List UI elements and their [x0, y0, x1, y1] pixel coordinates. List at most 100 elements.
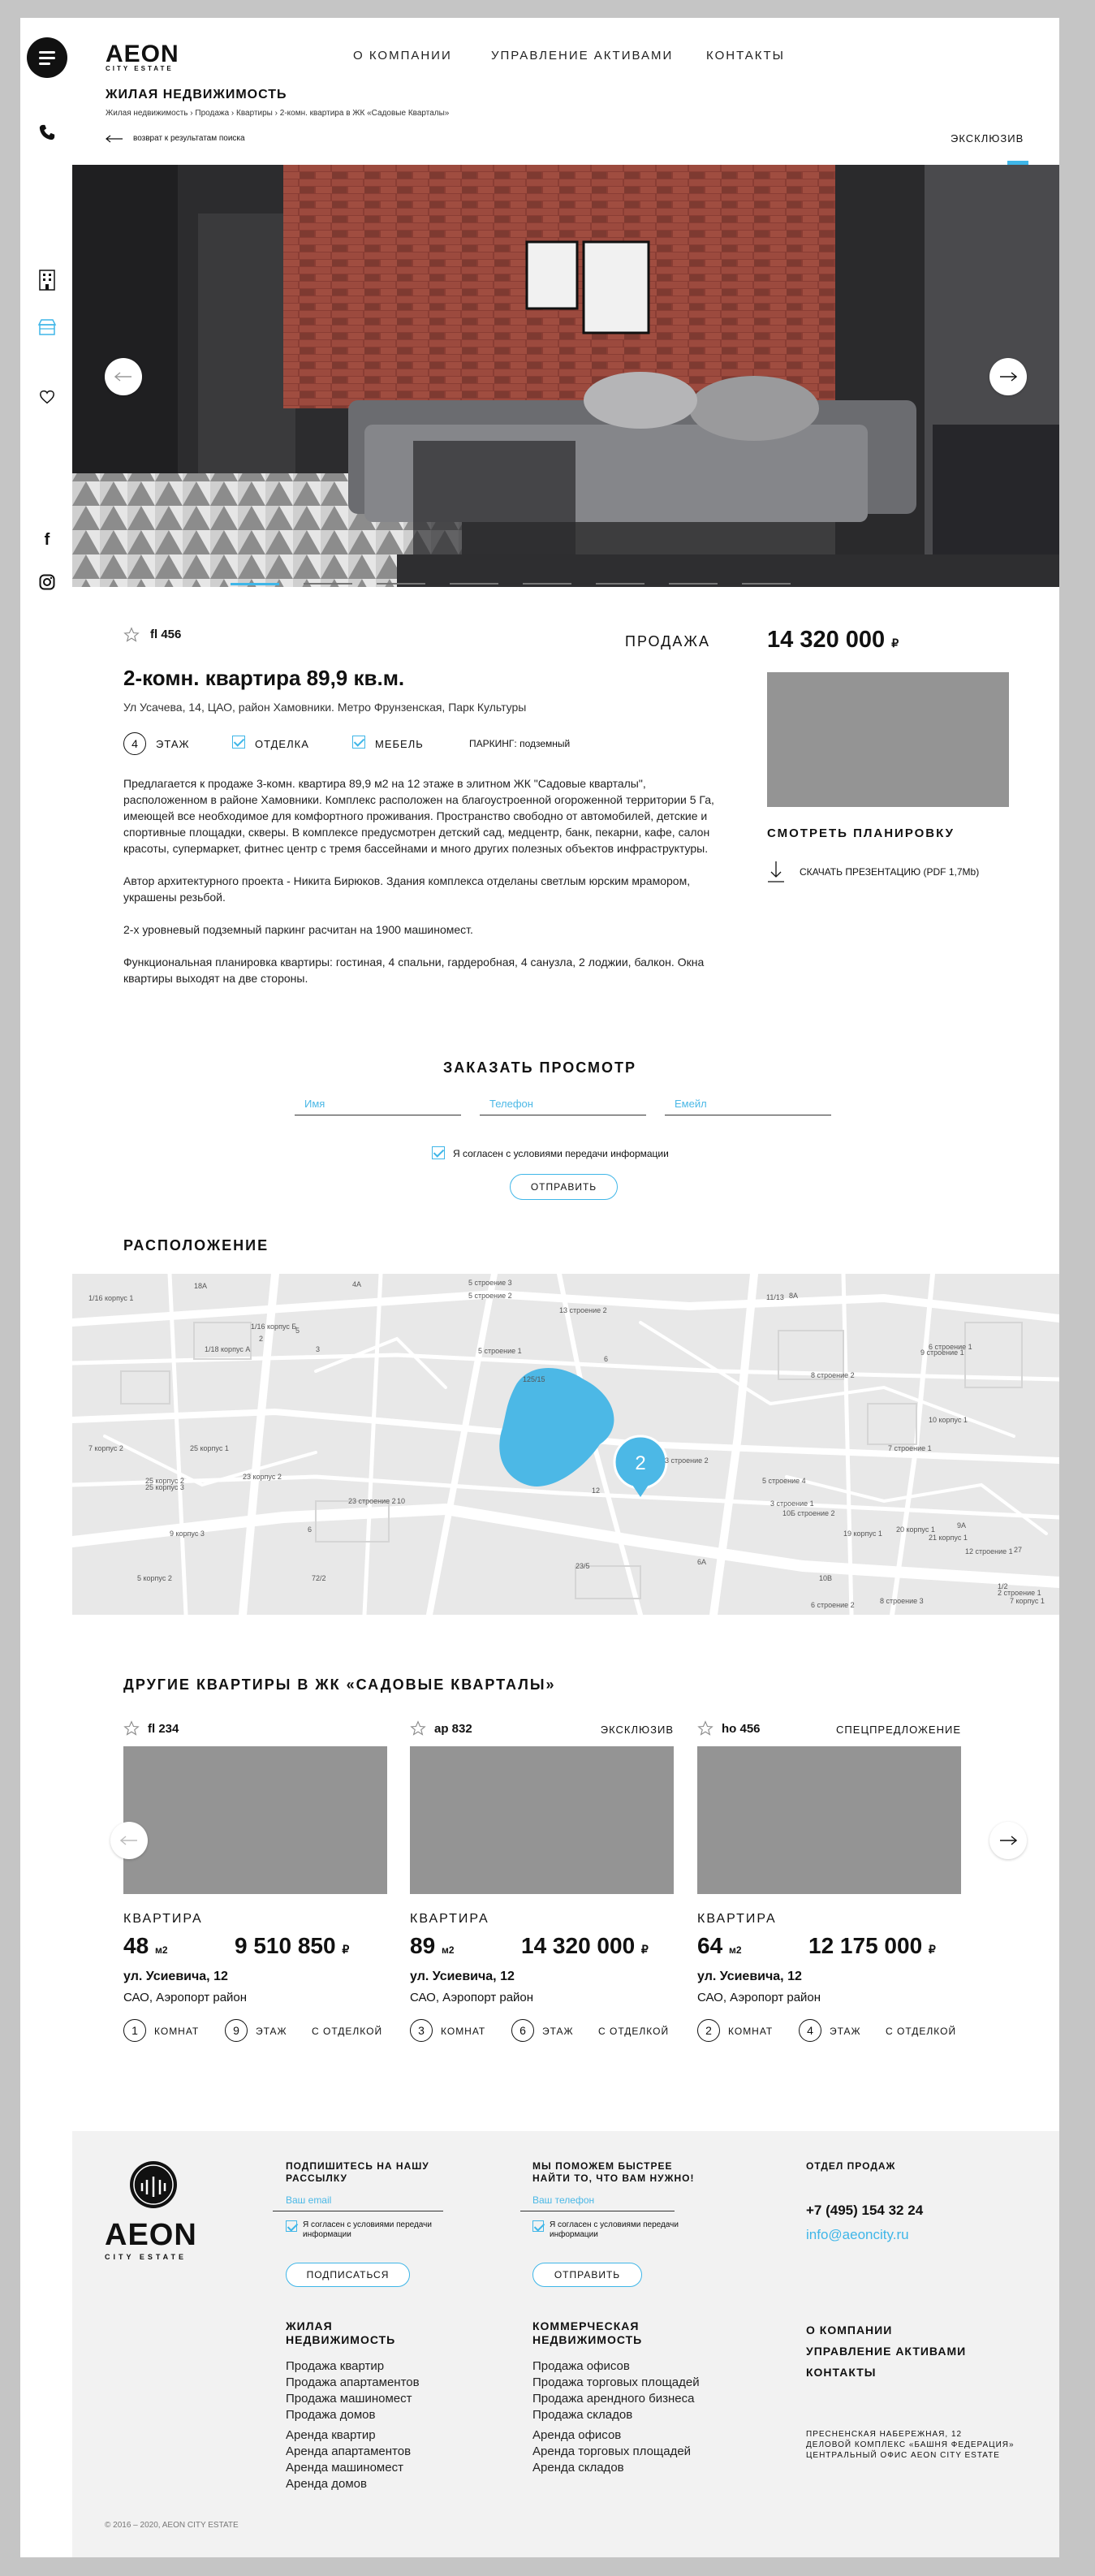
download-link[interactable]: СКАЧАТЬ ПРЕЗЕНТАЦИЮ (PDF 1,7Mb) — [767, 861, 979, 883]
star-icon[interactable] — [697, 1720, 713, 1737]
floor-count: 9 — [225, 2019, 248, 2042]
listing-id: fl 456 — [150, 628, 182, 641]
rooms-count: 2 — [697, 2019, 720, 2042]
building-icon[interactable] — [37, 270, 58, 291]
area-value: 89 — [410, 1933, 436, 1958]
rooms-count: 3 — [410, 2019, 433, 2042]
map-street-label: 9 строение 1 — [920, 1348, 964, 1357]
help-phone-placeholder: Ваш телефон — [532, 2194, 595, 2206]
view-plan-link[interactable]: СМОТРЕТЬ ПЛАНИРОВКУ — [767, 826, 955, 840]
footer-link[interactable]: Аренда машиномест — [286, 2460, 411, 2476]
apartment-card[interactable]: ho 456 СПЕЦПРЕДЛОЖЕНИЕ КВАРТИРА 64 м2 12… — [697, 1720, 961, 2061]
area-unit: м2 — [154, 1944, 168, 1956]
subscribe-button[interactable]: ПОДПИСАТЬСЯ — [286, 2263, 410, 2287]
card-image[interactable] — [410, 1746, 674, 1894]
footer-link[interactable]: Аренда квартир — [286, 2427, 411, 2444]
map-street-label: 11/13 — [766, 1293, 784, 1301]
map-marker-count[interactable]: 2 — [635, 1452, 645, 1474]
breadcrumb[interactable]: Жилая недвижимость › Продажа › Квартиры … — [106, 109, 449, 118]
map[interactable]: 2 18А 4А 5 строение 3 5 строение 2 13 строен… — [72, 1274, 1059, 1615]
help-submit-button[interactable]: ОТПРАВИТЬ — [532, 2263, 642, 2287]
store-icon[interactable] — [37, 317, 58, 338]
map-street-label: 13 строение 2 — [559, 1306, 607, 1314]
floor-number: 4 — [123, 732, 146, 755]
description-paragraph: 2-х уровневый подземный паркинг расчитан… — [123, 923, 473, 936]
deal-type: ПРОДАЖА — [625, 633, 710, 649]
back-link[interactable]: возврат к результатам поиска — [106, 134, 245, 143]
sales-phone[interactable]: +7 (495) 154 32 24 — [806, 2203, 923, 2219]
map-street-label: 5 строение 4 — [762, 1477, 806, 1485]
rooms-count: 1 — [123, 2019, 146, 2042]
map-street-label: 8 строение 2 — [811, 1371, 855, 1379]
email-field[interactable]: Емейл — [665, 1098, 831, 1115]
footer-menu-contacts[interactable]: КОНТАКТЫ — [806, 2362, 966, 2383]
nav-contacts[interactable]: КОНТАКТЫ — [706, 49, 785, 63]
currency: ₽ — [928, 1943, 936, 1956]
submit-button[interactable]: ОТПРАВИТЬ — [510, 1174, 618, 1200]
card-image[interactable] — [123, 1746, 387, 1894]
facebook-icon[interactable]: f — [37, 529, 58, 550]
instagram-icon[interactable] — [37, 572, 58, 593]
footer-link[interactable]: Продажа машиномест — [286, 2391, 420, 2407]
help-consent-checkbox[interactable] — [532, 2220, 544, 2232]
map-street-label: 6 строение 2 — [811, 1601, 855, 1609]
subscribe-email-field[interactable]: Ваш email — [273, 2194, 443, 2211]
help-phone-field[interactable]: Ваш телефон — [520, 2194, 675, 2211]
price-value: 9 510 850 — [235, 1933, 336, 1958]
footer-link[interactable]: Аренда домов — [286, 2476, 411, 2492]
copyright: © 2016 – 2020, AEON CITY ESTATE — [105, 2521, 239, 2530]
phone-icon[interactable] — [37, 122, 58, 143]
star-icon[interactable] — [410, 1720, 426, 1737]
map-street-label: 1/16 корпус 1 — [88, 1294, 134, 1302]
map-street-label: 8А — [789, 1292, 799, 1300]
floor-plan-image[interactable] — [767, 672, 1009, 807]
footer-link[interactable]: Продажа складов — [532, 2407, 700, 2423]
apartment-card[interactable]: ap 832 ЭКСКЛЮЗИВ КВАРТИРА 89 м2 14 320 0… — [410, 1720, 674, 2061]
star-icon[interactable] — [123, 627, 140, 643]
footer-link[interactable]: Продажа квартир — [286, 2358, 420, 2375]
sales-title: ОТДЕЛ ПРОДАЖ — [806, 2160, 896, 2172]
footer-logo[interactable]: AEON CITY ESTATE — [105, 2160, 197, 2261]
card-street: ул. Усиевича, 12 — [410, 1970, 515, 1983]
card-type: КВАРТИРА — [410, 1912, 489, 1926]
help-consent-label: Я согласен с условиями передачи информац… — [550, 2220, 679, 2239]
nav-about[interactable]: О КОМПАНИИ — [353, 49, 452, 63]
favorite-heart-icon[interactable] — [37, 386, 58, 408]
footer-menu-assets[interactable]: УПРАВЛЕНИЕ АКТИВАМИ — [806, 2341, 966, 2362]
nav-assets[interactable]: УПРАВЛЕНИЕ АКТИВАМИ — [491, 49, 673, 63]
footer-link[interactable]: Аренда апартаментов — [286, 2444, 411, 2460]
logo[interactable]: AEON CITY ESTATE — [106, 41, 179, 72]
phone-field[interactable]: Телефон — [480, 1098, 646, 1115]
card-image[interactable] — [697, 1746, 961, 1894]
cards-prev-button[interactable] — [110, 1822, 148, 1859]
card-id: ap 832 — [434, 1722, 472, 1736]
name-field[interactable]: Имя — [295, 1098, 461, 1115]
location-title: РАСПОЛОЖЕНИЕ — [123, 1237, 269, 1253]
footer-link[interactable]: Аренда складов — [532, 2460, 691, 2476]
map-street-label: 7 корпус 1 — [1010, 1597, 1045, 1605]
sales-email[interactable]: info@aeoncity.ru — [806, 2227, 909, 2243]
photo-gallery[interactable] — [72, 165, 1059, 587]
footer-link[interactable]: Аренда торговых площадей — [532, 2444, 691, 2460]
cards-next-button[interactable] — [989, 1822, 1027, 1859]
listing-description: Предлагается к продаже 3-комн. квартира … — [123, 775, 720, 986]
footer-link[interactable]: Аренда офисов — [532, 2427, 691, 2444]
card-district: САО, Аэропорт район — [123, 1991, 248, 2004]
gallery-prev-button[interactable] — [105, 358, 142, 395]
star-icon[interactable] — [123, 1720, 140, 1737]
footer-link[interactable]: Продажа домов — [286, 2407, 420, 2423]
map-street-label: 19 корпус 1 — [843, 1530, 882, 1538]
footer-menu-about[interactable]: О КОМПАНИИ — [806, 2319, 966, 2341]
footer-link[interactable]: Продажа арендного бизнеса — [532, 2391, 700, 2407]
menu-button[interactable] — [27, 37, 67, 78]
gallery-next-button[interactable] — [989, 358, 1027, 395]
map-street-label: 10В — [819, 1574, 833, 1582]
subscribe-consent-checkbox[interactable] — [286, 2220, 297, 2232]
card-district: САО, Аэропорт район — [697, 1991, 821, 2004]
apartment-card[interactable]: fl 234 КВАРТИРА 48 м2 9 510 850 ₽ ул. Ус… — [123, 1720, 387, 2061]
footer-link[interactable]: Продажа офисов — [532, 2358, 700, 2375]
residential-links: Продажа квартир Продажа апартаментов Прода… — [286, 2358, 420, 2423]
footer-link[interactable]: Продажа апартаментов — [286, 2375, 420, 2391]
consent-checkbox[interactable] — [432, 1146, 445, 1159]
footer-link[interactable]: Продажа торговых площадей — [532, 2375, 700, 2391]
